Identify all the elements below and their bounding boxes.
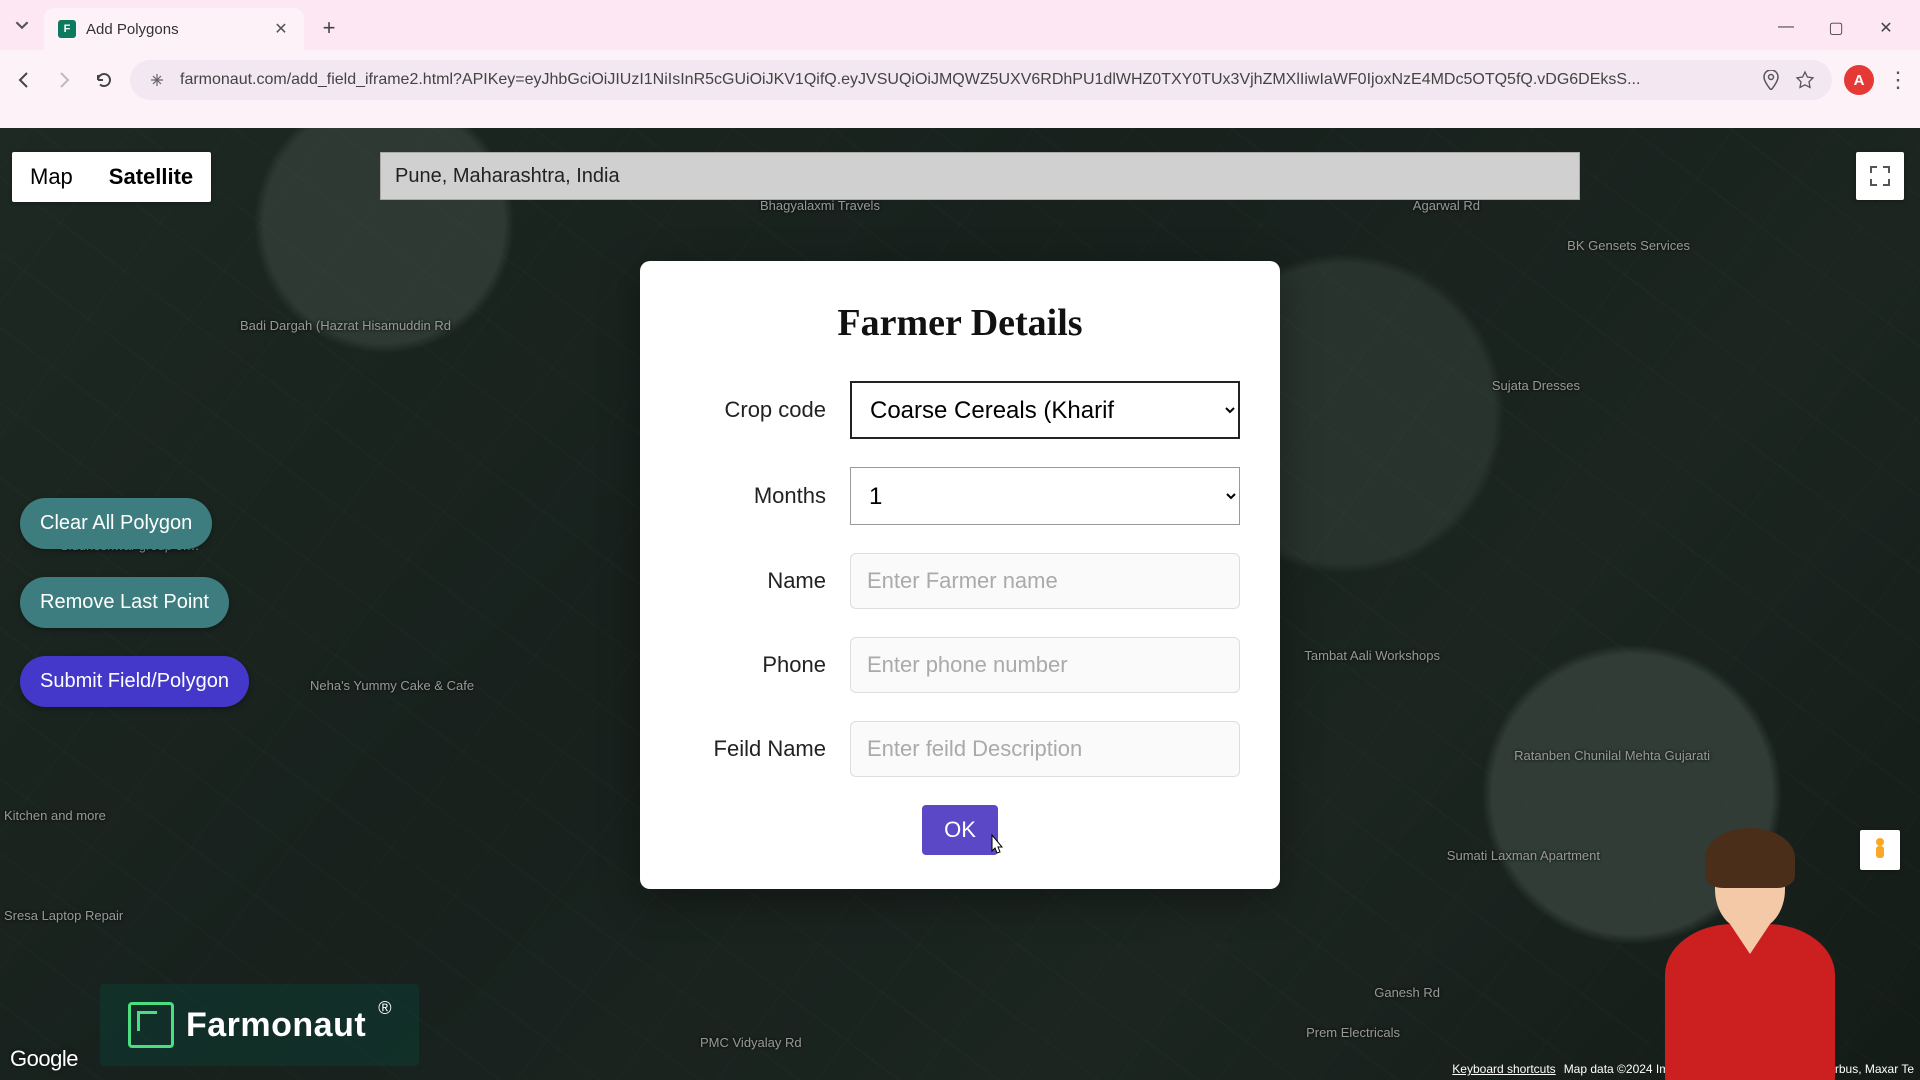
tab-close-button[interactable]: ✕ [272, 20, 290, 38]
fullscreen-icon [1869, 165, 1891, 187]
browser-menu-button[interactable]: ⋮ [1886, 67, 1910, 93]
browser-tab[interactable]: F Add Polygons ✕ [44, 8, 304, 50]
url-bar[interactable]: farmonaut.com/add_field_iframe2.html?API… [130, 60, 1832, 100]
site-info-icon[interactable] [146, 69, 168, 91]
assistant-head-icon [1715, 840, 1785, 930]
farmer-name-input[interactable] [850, 553, 1240, 609]
crop-code-select[interactable]: Coarse Cereals (Kharif [850, 381, 1240, 439]
arrow-left-icon [14, 70, 34, 90]
phone-label: Phone [680, 652, 850, 678]
remove-last-point-button[interactable]: Remove Last Point [20, 577, 229, 628]
map-type-map[interactable]: Map [12, 152, 91, 202]
clear-all-polygon-button[interactable]: Clear All Polygon [20, 498, 212, 549]
map-type-satellite[interactable]: Satellite [91, 152, 211, 202]
minimize-button[interactable]: ― [1776, 18, 1796, 38]
crop-code-label: Crop code [680, 397, 850, 423]
map-type-toggle: Map Satellite [12, 152, 211, 202]
tab-search-dropdown[interactable] [8, 11, 36, 39]
fullscreen-button[interactable] [1856, 152, 1904, 200]
polygon-actions: Clear All Polygon Remove Last Point Subm… [20, 498, 249, 707]
streetview-pegman[interactable] [1860, 830, 1900, 870]
assistant-body-icon [1665, 924, 1835, 1080]
tab-favicon-icon: F [58, 20, 76, 38]
new-tab-button[interactable]: + [314, 13, 344, 43]
tab-title: Add Polygons [86, 21, 272, 38]
virtual-assistant-avatar[interactable] [1660, 840, 1840, 1080]
profile-avatar[interactable]: A [1844, 65, 1874, 95]
farmonaut-brand-text: Farmonaut [186, 1006, 366, 1045]
submit-field-polygon-button[interactable]: Submit Field/Polygon [20, 656, 249, 707]
arrow-right-icon [54, 70, 74, 90]
close-window-button[interactable]: ✕ [1876, 18, 1896, 38]
modal-title: Farmer Details [680, 301, 1240, 345]
ok-button[interactable]: OK [922, 805, 998, 855]
registered-symbol: ® [378, 998, 391, 1019]
field-name-label: Feild Name [680, 736, 850, 762]
address-bar-row: farmonaut.com/add_field_iframe2.html?API… [0, 50, 1920, 110]
window-controls: ― ▢ ✕ [1776, 18, 1920, 38]
google-logo: Google [10, 1046, 78, 1072]
phone-input[interactable] [850, 637, 1240, 693]
map-search-value: Pune, Maharashtra, India [395, 165, 620, 188]
map-viewport[interactable]: Bhagyalaxmi Travels Agarwal Rd Sujata Dr… [0, 128, 1920, 1080]
farmer-details-modal: Farmer Details Crop code Coarse Cereals … [640, 261, 1280, 889]
farmonaut-logo: Farmonaut ® [100, 984, 419, 1066]
browser-chrome: F Add Polygons ✕ + ― ▢ ✕ farmonaut.com/a… [0, 0, 1920, 128]
field-name-input[interactable] [850, 721, 1240, 777]
url-text: farmonaut.com/add_field_iframe2.html?API… [180, 71, 1748, 89]
tab-strip: F Add Polygons ✕ + ― ▢ ✕ [0, 0, 1920, 50]
keyboard-shortcuts-link[interactable]: Keyboard shortcuts [1452, 1062, 1555, 1076]
map-search-input[interactable]: Pune, Maharashtra, India [380, 152, 1580, 200]
location-pin-icon[interactable] [1760, 69, 1782, 91]
name-label: Name [680, 568, 850, 594]
nav-forward-button[interactable] [50, 66, 78, 94]
maximize-button[interactable]: ▢ [1826, 18, 1846, 38]
reload-button[interactable] [90, 66, 118, 94]
months-label: Months [680, 483, 850, 509]
reload-icon [94, 70, 114, 90]
bookmark-star-icon[interactable] [1794, 69, 1816, 91]
months-select[interactable]: 1 [850, 467, 1240, 525]
chevron-down-icon [15, 18, 29, 32]
nav-back-button[interactable] [10, 66, 38, 94]
pegman-icon [1870, 837, 1890, 863]
farmonaut-mark-icon [128, 1002, 174, 1048]
